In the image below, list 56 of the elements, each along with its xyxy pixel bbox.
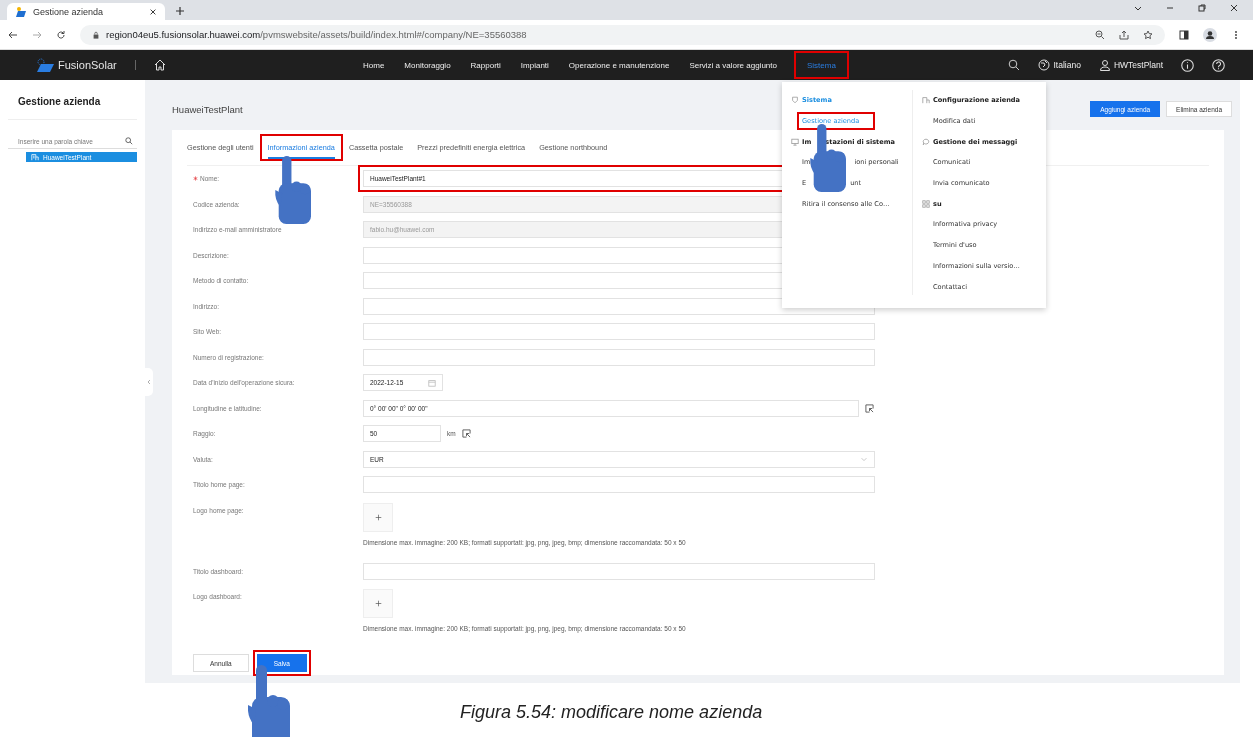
- user-menu[interactable]: HWTestPlant: [1113, 60, 1163, 70]
- user-icon: [1098, 59, 1111, 71]
- side-panel-icon[interactable]: [1179, 29, 1189, 40]
- reload-icon[interactable]: [56, 29, 66, 40]
- help-icon[interactable]: [1212, 58, 1225, 72]
- monitor-icon: [791, 137, 799, 146]
- info-icon[interactable]: [1181, 58, 1194, 72]
- zoom-out-icon[interactable]: [1095, 29, 1105, 40]
- search-icon[interactable]: [1008, 59, 1021, 71]
- nav-link[interactable]: Monitoraggio: [401, 60, 454, 70]
- input-field[interactable]: [363, 476, 875, 494]
- map-pick-icon[interactable]: [865, 403, 874, 413]
- input-field[interactable]: [363, 323, 875, 341]
- tab-title: Gestione azienda: [33, 6, 104, 17]
- chat-bubble-icon: [922, 137, 930, 146]
- calendar-icon: [428, 378, 436, 387]
- sidebar-title: Gestione azienda: [8, 96, 137, 120]
- nav-link[interactable]: Servizi a valore aggiunto: [686, 60, 780, 70]
- building-icon: [31, 153, 39, 161]
- building-icon: [922, 96, 930, 105]
- globe-icon: [1038, 59, 1051, 71]
- nav-link[interactable]: Sistema: [804, 60, 839, 70]
- language-selector[interactable]: Italiano: [1053, 60, 1081, 70]
- nav-link[interactable]: Operazione e manutenzione: [565, 60, 673, 70]
- solar-panel-icon: [15, 5, 27, 18]
- browser-tab[interactable]: Gestione azienda: [7, 3, 165, 20]
- pointing-hand-icon: [248, 665, 292, 737]
- back-arrow-icon[interactable]: [8, 29, 18, 40]
- share-icon[interactable]: [1119, 29, 1129, 40]
- collapse-handle[interactable]: [145, 368, 153, 396]
- search-icon: [125, 137, 133, 145]
- nav-link[interactable]: Home: [360, 60, 388, 70]
- map-pick-icon[interactable]: [461, 429, 471, 439]
- grid-icon: [922, 199, 930, 208]
- nav-link[interactable]: Impianti: [517, 60, 552, 70]
- close-icon[interactable]: [149, 7, 157, 16]
- shield-icon: [791, 96, 799, 105]
- address-bar[interactable]: region04eu5.fusionsolar.huawei.com/pvmswebsite/assets/build/index.html#/company/NE=35560388: [80, 24, 1165, 45]
- chevron-down-icon: [860, 455, 868, 464]
- restore-icon[interactable]: [1197, 3, 1207, 13]
- figure-caption: Figura 5.54: modificare nome azienda: [460, 701, 763, 723]
- new-tab-icon[interactable]: [175, 6, 185, 16]
- plus-icon: [374, 513, 382, 521]
- app-logo-text: FusionSolar: [58, 59, 117, 71]
- input-field[interactable]: [363, 348, 875, 366]
- close-icon[interactable]: [1229, 3, 1239, 13]
- lock-icon: [92, 30, 100, 39]
- star-icon[interactable]: [1143, 29, 1153, 40]
- url-text: region04eu5.fusionsolar.huawei.com/pvmswebsite/assets/build/index.html#/company/NE=35560388: [106, 29, 527, 40]
- plus-icon: [374, 600, 382, 607]
- home-icon[interactable]: [153, 59, 166, 71]
- input-field[interactable]: [363, 562, 875, 580]
- logo-icon: [35, 58, 55, 72]
- page-title: HuaweiTestPlant: [172, 103, 243, 115]
- profile-icon[interactable]: [1203, 27, 1217, 42]
- nav-link[interactable]: Rapporti: [467, 60, 504, 70]
